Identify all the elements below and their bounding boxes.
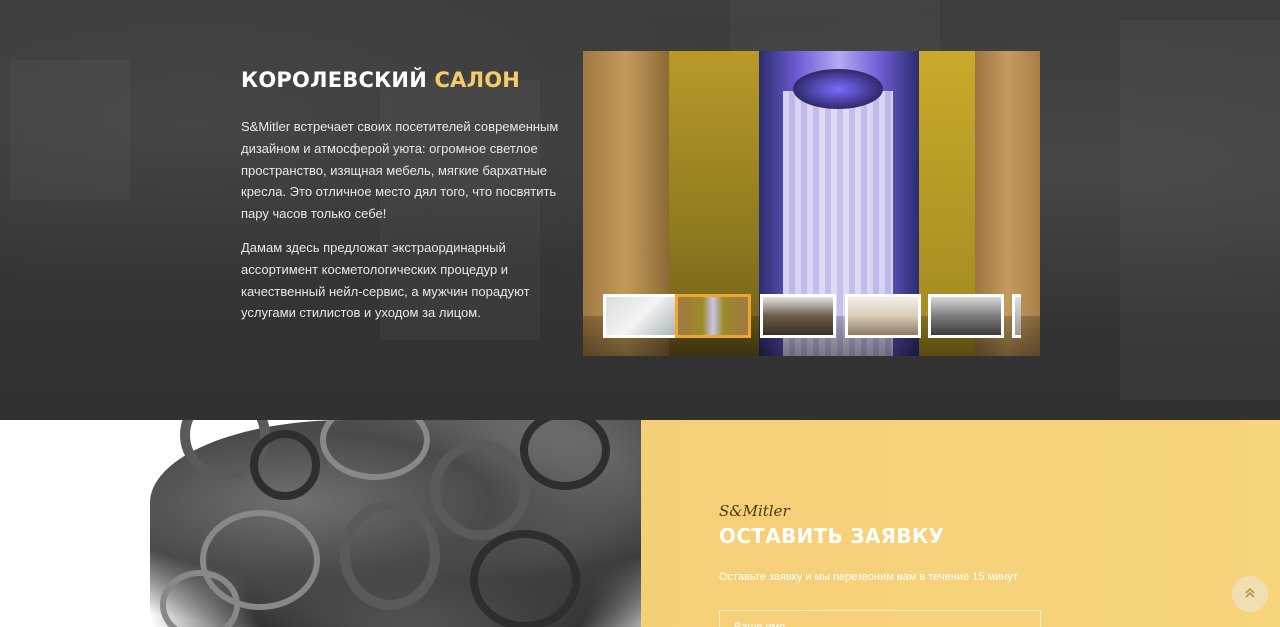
salon-section: КОРОЛЕВСКИЙ САЛОН S&Mitler встречает сво… (0, 0, 1280, 420)
gallery-thumbnail-active[interactable] (675, 294, 751, 338)
double-chevron-up-icon (1243, 586, 1257, 603)
gallery-thumbnail[interactable] (845, 294, 921, 338)
gallery-thumbnail[interactable] (1012, 294, 1021, 338)
gallery-thumbnails (603, 293, 1021, 339)
photo-gallery[interactable] (583, 51, 1040, 356)
hair-photo (0, 420, 641, 627)
salon-title-accent: САЛОН (434, 68, 521, 92)
salon-title-main: КОРОЛЕВСКИЙ (241, 68, 427, 92)
gallery-thumbnail[interactable] (760, 294, 836, 338)
salon-paragraph-2: Дамам здесь предложат экстраординарный а… (241, 239, 530, 321)
scroll-to-top-button[interactable] (1232, 576, 1268, 612)
request-title: ОСТАВИТЬ ЗАЯВКУ (719, 524, 945, 548)
gallery-solarium-light (793, 69, 883, 109)
gallery-thumbnail[interactable] (928, 294, 1004, 338)
hair-curl (430, 440, 530, 540)
salon-title: КОРОЛЕВСКИЙ САЛОН (241, 68, 571, 98)
salon-paragraph-1: S&Mitler встречает своих посетителей сов… (241, 119, 559, 222)
request-subtitle: Оставьте заявку и мы перезвоним вам в те… (719, 571, 1018, 583)
hair-curl (340, 500, 440, 610)
hair-curl (250, 430, 320, 500)
salon-text-block: КОРОЛЕВСКИЙ САЛОН S&Mitler встречает сво… (241, 68, 571, 324)
hair-curl (470, 530, 580, 627)
brand-logo: S&Mitler (719, 502, 790, 520)
request-section: S&Mitler ОСТАВИТЬ ЗАЯВКУ Оставьте заявку… (641, 420, 1280, 627)
gallery-thumbnail[interactable] (603, 294, 679, 338)
name-input[interactable] (719, 610, 1041, 627)
